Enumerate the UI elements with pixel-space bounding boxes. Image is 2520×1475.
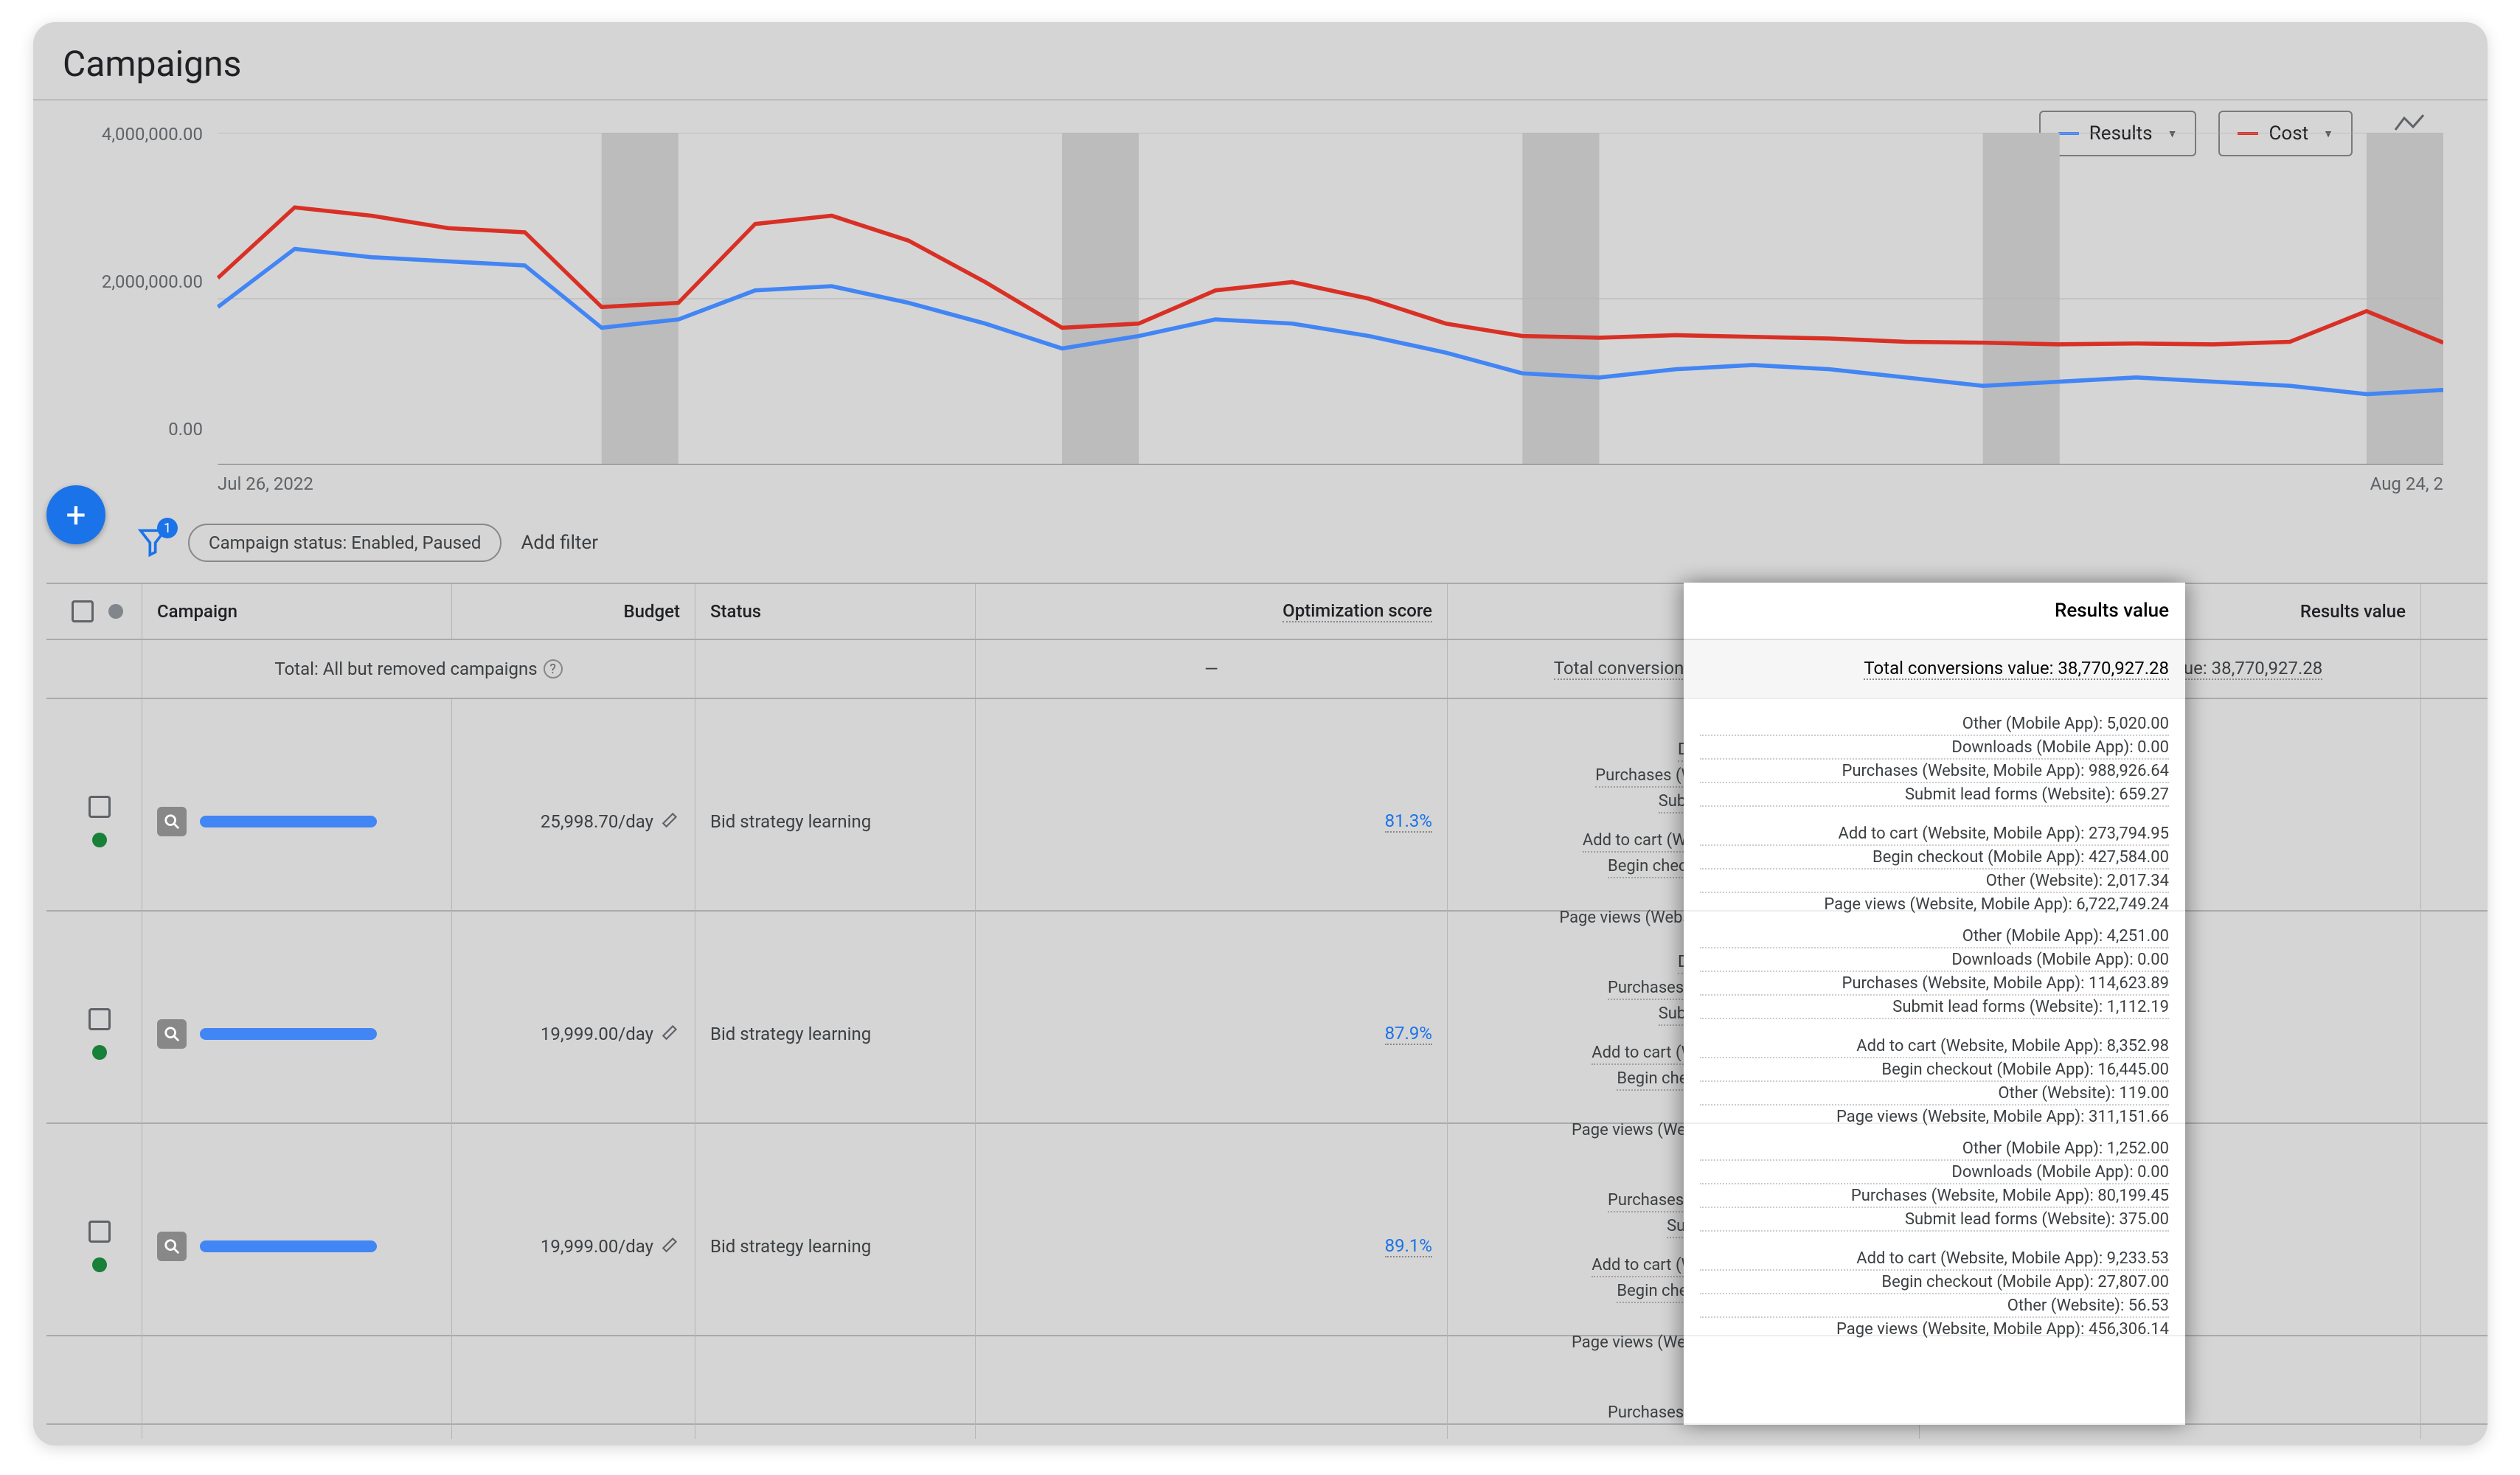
edit-budget-icon[interactable]: [661, 1022, 680, 1046]
x-label-end: Aug 24, 2: [2370, 473, 2443, 494]
status-cell: Bid strategy learning: [695, 699, 976, 944]
total-results-value-highlight: Total conversions value: 38,770,927.28: [1684, 640, 2185, 699]
budget-value: 19,999.00/day: [541, 1236, 653, 1257]
optimization-score-link[interactable]: 81.3%: [1385, 811, 1432, 833]
row-checkbox[interactable]: [88, 1008, 111, 1030]
add-filter-button[interactable]: Add filter: [521, 532, 598, 554]
status-cell: Bid strategy learning: [695, 1124, 976, 1369]
edit-budget-icon[interactable]: [661, 810, 680, 833]
chart-area: 4,000,000.00 2,000,000.00 0.00 Jul 26, 2…: [77, 133, 2443, 465]
col-campaign[interactable]: Campaign: [142, 584, 452, 639]
plus-icon: +: [66, 494, 86, 536]
filter-icon-button[interactable]: 1: [136, 525, 169, 560]
campaign-name-link[interactable]: [200, 816, 377, 827]
status-cell: [695, 1336, 976, 1439]
edit-budget-icon[interactable]: [661, 1235, 680, 1258]
row-checkbox[interactable]: [88, 1221, 111, 1243]
status-cell: Bid strategy learning: [695, 912, 976, 1156]
campaign-name-link[interactable]: [200, 1240, 377, 1252]
status-filter-chip[interactable]: Campaign status: Enabled, Paused: [188, 524, 501, 562]
conversion-goals-cell: Mobile App), Downloads (Mobile App), Pur…: [2421, 912, 2488, 1156]
page-header: Campaigns: [33, 22, 2488, 100]
conversion-goals-cell: Mobile App), Downloads (Mobile App), Pur…: [2421, 699, 2488, 944]
add-campaign-fab[interactable]: +: [46, 485, 105, 544]
campaign-name-link[interactable]: [200, 1028, 377, 1040]
results-value-cell: Other (Mobile App): 5,020.00Downloads (M…: [1684, 699, 2185, 912]
campaign-type-icon: [157, 807, 187, 836]
select-all-checkbox[interactable]: [72, 600, 94, 622]
results-value-cell: Other (Mobile App): 1,252.00Downloads (M…: [1684, 1124, 2185, 1336]
total-opt: —: [976, 640, 1448, 698]
optimization-score-link[interactable]: 89.1%: [1385, 1235, 1432, 1257]
x-label-start: Jul 26, 2022: [218, 473, 313, 494]
budget-value: 19,999.00/day: [541, 1024, 653, 1044]
optimization-score-link[interactable]: 87.9%: [1385, 1023, 1432, 1045]
col-status[interactable]: Status: [695, 584, 976, 639]
col-budget[interactable]: Budget: [452, 584, 695, 639]
page-title: Campaigns: [63, 43, 241, 85]
filter-bar: 1 Campaign status: Enabled, Paused Add f…: [136, 524, 2443, 562]
results-value-cell: Other (Mobile App): 4,251.00Downloads (M…: [1684, 912, 2185, 1124]
filter-count-badge: 1: [157, 518, 178, 538]
campaign-type-icon: [157, 1019, 187, 1049]
help-icon[interactable]: ?: [544, 659, 563, 678]
y-tick-0: 0.00: [77, 419, 203, 440]
conversion-goals-cell: Mobile App), Downloads (Mobile App), Pur…: [2421, 1124, 2488, 1369]
row-checkbox[interactable]: [88, 796, 111, 818]
line-chart-svg: [77, 133, 2443, 465]
status-dot-icon: [92, 1257, 107, 1272]
conversion-goals-cell: [2421, 1336, 2488, 1439]
y-tick-2: 4,000,000.00: [77, 124, 203, 145]
status-dot-icon: [92, 1045, 107, 1060]
status-dot-icon: [92, 833, 107, 847]
y-tick-1: 2,000,000.00: [77, 271, 203, 292]
total-label: Total: All but removed campaigns: [274, 659, 537, 679]
budget-value: 25,998.70/day: [541, 811, 653, 832]
col-optimization[interactable]: Optimization score: [976, 584, 1448, 639]
results-value-highlight: Results value Total conversions value: 3…: [1684, 583, 2185, 1425]
col-results-value-highlight[interactable]: Results value: [1684, 583, 2185, 640]
status-column-icon[interactable]: [108, 604, 123, 619]
results-value-cell: [1684, 1336, 2185, 1425]
col-sion-goals[interactable]: sion goals: [2421, 584, 2488, 639]
campaign-type-icon: [157, 1232, 187, 1261]
